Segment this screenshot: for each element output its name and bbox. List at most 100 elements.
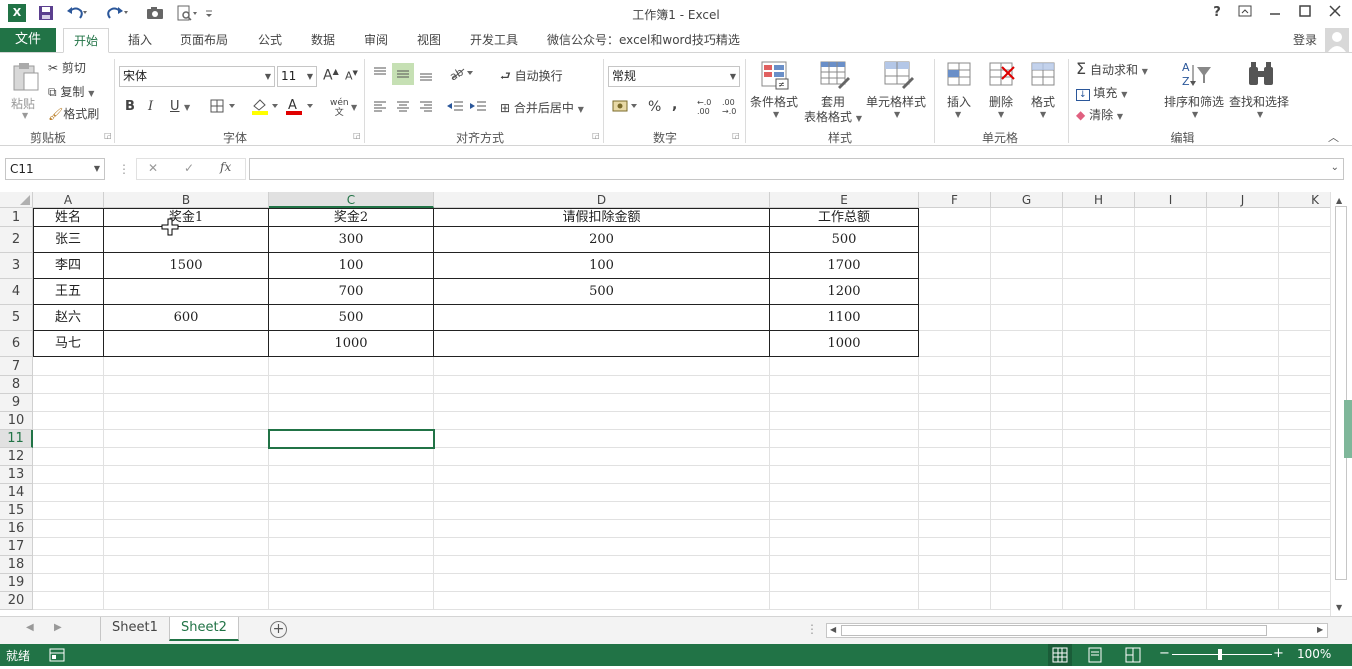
normal-view-icon[interactable] (1048, 644, 1072, 666)
row-header-20[interactable]: 20 (0, 592, 33, 610)
cell-b13[interactable] (104, 466, 269, 484)
cell-h18[interactable] (1063, 556, 1135, 574)
cell-k18[interactable] (1279, 556, 1330, 574)
cell-d12[interactable] (434, 448, 770, 466)
cell-b6[interactable] (104, 331, 269, 357)
cell-e17[interactable] (770, 538, 919, 556)
cell-e1[interactable]: 工作总额 (770, 208, 919, 227)
maximize-button[interactable] (1294, 5, 1316, 21)
cell-d11[interactable] (434, 430, 770, 448)
cell-e13[interactable] (770, 466, 919, 484)
cell-a17[interactable] (33, 538, 104, 556)
cell-a9[interactable] (33, 394, 104, 412)
cell-h4[interactable] (1063, 279, 1135, 305)
cell-c12[interactable] (269, 448, 434, 466)
cell-h3[interactable] (1063, 253, 1135, 279)
cell-k14[interactable] (1279, 484, 1330, 502)
cell-j17[interactable] (1207, 538, 1279, 556)
cell-b14[interactable] (104, 484, 269, 502)
cell-styles-button[interactable]: 单元格样式 (866, 93, 926, 110)
font-launcher-icon[interactable]: ◲ (353, 131, 361, 140)
cell-d7[interactable] (434, 357, 770, 376)
cell-f14[interactable] (919, 484, 991, 502)
cell-j3[interactable] (1207, 253, 1279, 279)
percent-button[interactable]: % (648, 99, 661, 115)
cell-b19[interactable] (104, 574, 269, 592)
cell-d19[interactable] (434, 574, 770, 592)
cell-e9[interactable] (770, 394, 919, 412)
align-center-icon[interactable] (395, 99, 411, 118)
cell-e3[interactable]: 1700 (770, 253, 919, 279)
cell-d9[interactable] (434, 394, 770, 412)
decrease-decimal-button[interactable]: .00 →.0 (722, 98, 736, 116)
cell-h17[interactable] (1063, 538, 1135, 556)
zoom-slider[interactable] (1172, 654, 1272, 655)
cell-b18[interactable] (104, 556, 269, 574)
cell-f10[interactable] (919, 412, 991, 430)
italic-button[interactable]: I (148, 99, 153, 114)
tab-developer[interactable]: 开发工具 (470, 28, 518, 52)
cell-g20[interactable] (991, 592, 1063, 610)
row-header-1[interactable]: 1 (0, 208, 33, 227)
scroll-thumb[interactable] (1335, 206, 1347, 580)
zoom-in-button[interactable]: + (1273, 646, 1284, 661)
cell-c20[interactable] (269, 592, 434, 610)
cell-i10[interactable] (1135, 412, 1207, 430)
column-header-b[interactable]: B (104, 192, 269, 208)
cell-i1[interactable] (1135, 208, 1207, 227)
cell-a13[interactable] (33, 466, 104, 484)
cell-d16[interactable] (434, 520, 770, 538)
insert-dropdown-icon[interactable]: ▼ (955, 110, 961, 119)
row-header-19[interactable]: 19 (0, 574, 33, 592)
cell-b9[interactable] (104, 394, 269, 412)
cell-j11[interactable] (1207, 430, 1279, 448)
cell-g16[interactable] (991, 520, 1063, 538)
find-select-button[interactable]: 查找和选择 (1229, 93, 1289, 110)
cancel-icon[interactable]: ✕ (148, 161, 158, 175)
cell-k12[interactable] (1279, 448, 1330, 466)
align-left-icon[interactable] (372, 99, 388, 118)
ribbon-display-button[interactable] (1234, 5, 1256, 21)
cell-d4[interactable]: 500 (434, 279, 770, 305)
find-dropdown-icon[interactable]: ▼ (1257, 110, 1263, 119)
clipboard-icon[interactable] (10, 61, 40, 94)
cell-k20[interactable] (1279, 592, 1330, 610)
column-header-a[interactable]: A (33, 192, 104, 208)
row-header-8[interactable]: 8 (0, 376, 33, 394)
cell-h15[interactable] (1063, 502, 1135, 520)
delete-cells-icon[interactable] (986, 59, 1016, 94)
row-header-18[interactable]: 18 (0, 556, 33, 574)
conditional-format-button[interactable]: 条件格式 (750, 93, 798, 110)
cell-i8[interactable] (1135, 376, 1207, 394)
cell-b17[interactable] (104, 538, 269, 556)
row-header-15[interactable]: 15 (0, 502, 33, 520)
row-header-11[interactable]: 11 (0, 430, 33, 448)
tab-page-layout[interactable]: 页面布局 (180, 28, 228, 52)
row-header-14[interactable]: 14 (0, 484, 33, 502)
cell-f19[interactable] (919, 574, 991, 592)
add-sheet-button[interactable]: + (270, 621, 287, 638)
format-button[interactable]: 格式 (1031, 93, 1055, 110)
cell-f4[interactable] (919, 279, 991, 305)
login-link[interactable]: 登录 (1293, 28, 1317, 52)
cell-c6[interactable]: 1000 (269, 331, 434, 357)
cell-g14[interactable] (991, 484, 1063, 502)
cell-e20[interactable] (770, 592, 919, 610)
prev-sheet-icon[interactable]: ◀ (26, 622, 34, 633)
cell-i4[interactable] (1135, 279, 1207, 305)
cell-a5[interactable]: 赵六 (33, 305, 104, 331)
cell-g18[interactable] (991, 556, 1063, 574)
number-launcher-icon[interactable]: ◲ (732, 131, 740, 140)
cell-c16[interactable] (269, 520, 434, 538)
cell-a19[interactable] (33, 574, 104, 592)
cell-e4[interactable]: 1200 (770, 279, 919, 305)
row-header-6[interactable]: 6 (0, 331, 33, 357)
insert-function-button[interactable]: fx (220, 160, 231, 174)
cell-j19[interactable] (1207, 574, 1279, 592)
cell-a11[interactable] (33, 430, 104, 448)
cell-h10[interactable] (1063, 412, 1135, 430)
cell-g11[interactable] (991, 430, 1063, 448)
cell-i19[interactable] (1135, 574, 1207, 592)
cell-h2[interactable] (1063, 227, 1135, 253)
cell-j10[interactable] (1207, 412, 1279, 430)
